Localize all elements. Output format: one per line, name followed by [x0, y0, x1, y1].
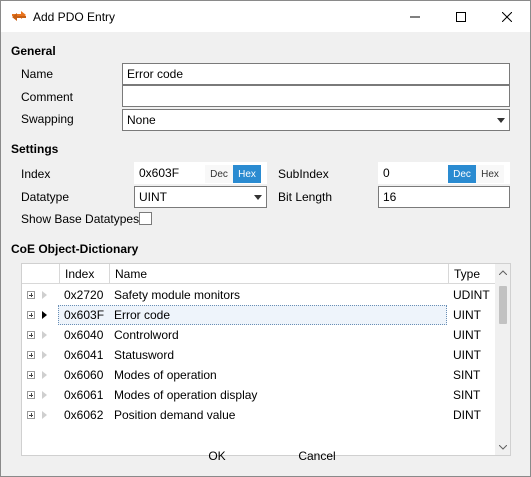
expand-plus-icon[interactable]	[27, 411, 35, 419]
column-header-name[interactable]: Name	[109, 264, 448, 284]
row-index: 0x6060	[64, 368, 104, 382]
subindex-dec-button[interactable]: Dec	[448, 165, 476, 183]
table-row[interactable]: 0x6062 Position demand value DINT	[22, 405, 495, 425]
row-index: 0x6040	[64, 328, 104, 342]
close-icon	[502, 11, 512, 22]
row-index: 0x2720	[64, 288, 104, 302]
swapping-value: None	[127, 113, 156, 127]
row-type: UINT	[453, 308, 481, 322]
maximize-button[interactable]	[438, 1, 484, 32]
vertical-scrollbar[interactable]	[495, 264, 510, 455]
subindex-label: SubIndex	[278, 167, 329, 181]
row-type: DINT	[453, 408, 481, 422]
show-base-datatypes-checkbox[interactable]	[139, 212, 152, 225]
show-base-datatypes-label: Show Base Datatypes	[21, 212, 140, 226]
scrollbar-thumb[interactable]	[499, 286, 507, 324]
column-header-index[interactable]: Index	[59, 264, 109, 284]
index-hex-button[interactable]: Hex	[233, 165, 261, 183]
general-section-title: General	[11, 44, 56, 58]
table-row-selected[interactable]: 0x603F Error code UINT	[22, 305, 495, 325]
comment-field[interactable]	[122, 85, 510, 107]
row-index: 0x6061	[64, 388, 104, 402]
row-type: SINT	[453, 368, 481, 382]
maximize-icon	[456, 11, 466, 22]
row-type: UINT	[453, 348, 481, 362]
table-row[interactable]: 0x6061 Modes of operation display SINT	[22, 385, 495, 405]
window-title: Add PDO Entry	[33, 10, 116, 24]
row-type: UDINT	[453, 288, 490, 302]
settings-section-title: Settings	[11, 142, 59, 156]
row-type: SINT	[453, 388, 481, 402]
dialog-content: General Name Error code Comment Swapping…	[1, 32, 530, 476]
row-index: 0x603F	[64, 308, 105, 322]
table-row[interactable]: 0x6060 Modes of operation SINT	[22, 365, 495, 385]
row-indicator-icon	[42, 331, 47, 339]
row-indicator-icon	[42, 411, 47, 419]
row-name: Statusword	[114, 348, 175, 362]
minimize-icon	[410, 16, 420, 17]
pdo-arrow-icon	[12, 11, 26, 21]
subindex-value: 0	[383, 166, 390, 180]
row-name: Safety module monitors	[114, 288, 241, 302]
dictionary-section-title: CoE Object-Dictionary	[11, 242, 139, 256]
table-row[interactable]: 0x6040 Controlword UINT	[22, 325, 495, 345]
table-row[interactable]: 0x2720 Safety module monitors UDINT	[22, 285, 495, 305]
expand-plus-icon[interactable]	[27, 311, 35, 319]
table-row[interactable]: 0x6041 Statusword UINT	[22, 345, 495, 365]
expand-plus-icon[interactable]	[27, 371, 35, 379]
title-bar[interactable]: Add PDO Entry	[1, 1, 530, 32]
chevron-down-icon	[499, 444, 507, 450]
swapping-select[interactable]: None	[122, 109, 510, 131]
row-name: Error code	[114, 308, 171, 322]
row-indicator-icon	[42, 371, 47, 379]
comment-label: Comment	[21, 90, 74, 104]
minimize-button[interactable]	[392, 1, 438, 32]
datatype-value: UINT	[139, 190, 167, 204]
index-dec-button[interactable]: Dec	[205, 165, 233, 183]
close-button[interactable]	[484, 1, 530, 32]
datatype-select[interactable]: UINT	[134, 186, 267, 208]
ok-button[interactable]: OK	[191, 445, 243, 467]
expand-plus-icon[interactable]	[27, 391, 35, 399]
row-index: 0x6062	[64, 408, 104, 422]
object-dictionary-grid: Index Name Type 0x2720 Safety module mon…	[21, 263, 511, 456]
expand-plus-icon[interactable]	[27, 291, 35, 299]
row-name: Modes of operation	[114, 368, 217, 382]
bitlength-label: Bit Length	[278, 190, 333, 204]
bitlength-field[interactable]: 16	[378, 186, 510, 208]
row-name: Modes of operation display	[114, 388, 258, 402]
index-label: Index	[21, 167, 51, 181]
chevron-down-icon	[497, 118, 505, 123]
datatype-label: Datatype	[21, 190, 70, 204]
name-label: Name	[21, 67, 54, 81]
row-indicator-icon	[42, 351, 47, 359]
grid-body: 0x2720 Safety module monitors UDINT 0x60…	[22, 285, 495, 455]
expand-plus-icon[interactable]	[27, 351, 35, 359]
swapping-label: Swapping	[21, 112, 74, 126]
row-index: 0x6041	[64, 348, 104, 362]
chevron-up-icon	[499, 269, 507, 275]
row-indicator-icon	[42, 391, 47, 399]
expand-plus-icon[interactable]	[27, 331, 35, 339]
subindex-hex-button[interactable]: Hex	[476, 165, 504, 183]
scroll-down-button[interactable]	[495, 439, 510, 455]
grid-header: Index Name Type	[22, 264, 495, 284]
subindex-base-toggle: Dec Hex	[447, 164, 505, 183]
row-name: Controlword	[114, 328, 179, 342]
column-header-type[interactable]: Type	[448, 264, 495, 284]
scroll-up-button[interactable]	[495, 264, 510, 280]
row-type: UINT	[453, 328, 481, 342]
row-name: Position demand value	[114, 408, 236, 422]
row-indicator-icon	[42, 291, 47, 299]
index-value: 0x603F	[139, 166, 180, 180]
add-pdo-entry-dialog: Add PDO Entry General Name Error code Co…	[0, 0, 531, 477]
name-field[interactable]: Error code	[122, 63, 510, 85]
index-base-toggle: Dec Hex	[204, 164, 262, 183]
current-row-arrow-icon	[42, 311, 47, 319]
chevron-down-icon	[254, 195, 262, 200]
cancel-button[interactable]: Cancel	[288, 445, 346, 467]
